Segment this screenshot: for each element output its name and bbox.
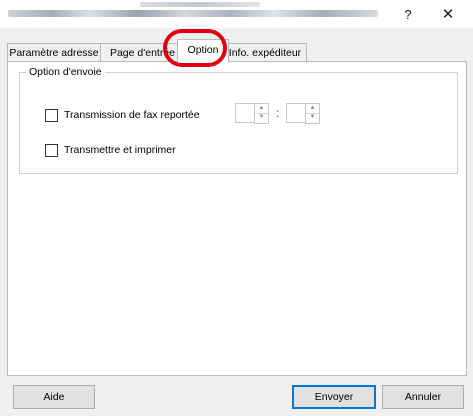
window-title-obscured	[8, 10, 378, 17]
group-title: Option d'envoie	[26, 66, 105, 78]
title-bar: ? ✕	[0, 0, 473, 28]
cancel-button[interactable]: Annuler	[382, 385, 464, 409]
tab-sender-info[interactable]: Info. expéditeur	[223, 43, 307, 62]
send-and-print-checkbox[interactable]	[45, 144, 58, 157]
delayed-fax-checkbox[interactable]	[45, 109, 58, 122]
window-title-obscured-upper	[140, 2, 260, 7]
tab-cover-page[interactable]: Page d'entrée	[100, 43, 185, 62]
minute-field[interactable]	[286, 103, 306, 123]
tab-panel-option: Option d'envoie Transmission de fax repo…	[7, 61, 467, 376]
tab-address-settings[interactable]: Paramètre adresse	[7, 43, 101, 62]
time-separator: :	[276, 106, 280, 120]
minute-down-arrow-icon[interactable]: ▼	[306, 113, 319, 122]
help-button[interactable]: Aide	[13, 385, 95, 409]
send-button[interactable]: Envoyer	[292, 385, 376, 409]
send-and-print-label[interactable]: Transmettre et imprimer	[64, 143, 176, 157]
hour-down-arrow-icon[interactable]: ▼	[255, 113, 268, 122]
tab-option[interactable]: Option	[177, 39, 229, 63]
hour-field[interactable]	[235, 103, 255, 123]
minute-spin-buttons: ▲ ▼	[305, 103, 320, 124]
help-icon[interactable]: ?	[393, 5, 423, 25]
delayed-fax-label[interactable]: Transmission de fax reportée	[64, 108, 200, 122]
hour-spin-buttons: ▲ ▼	[254, 103, 269, 124]
send-option-group: Option d'envoie Transmission de fax repo…	[19, 66, 458, 174]
close-icon[interactable]: ✕	[433, 5, 463, 25]
